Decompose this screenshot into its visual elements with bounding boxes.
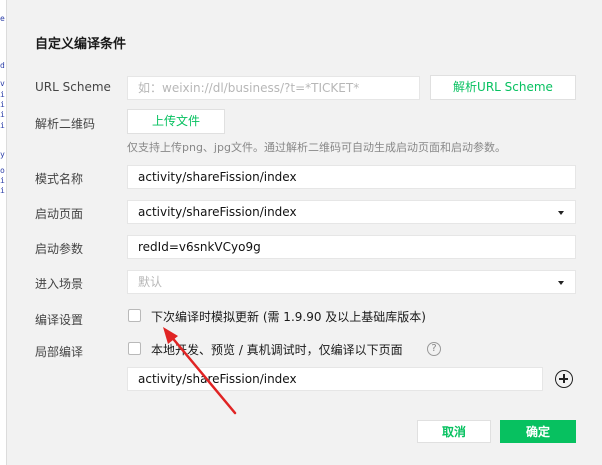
strip-char: o: [0, 166, 5, 175]
partial-compile-checkbox-label: 本地开发、预览 / 真机调试时，仅编译以下页面: [151, 343, 403, 357]
help-icon[interactable]: ?: [427, 342, 441, 356]
strip-char: d: [0, 61, 5, 70]
scene-select[interactable]: 默认: [127, 270, 576, 294]
start-page-label: 启动页面: [35, 207, 84, 221]
mode-name-label: 模式名称: [35, 172, 84, 186]
custom-compile-dialog: 自定义编译条件 URL Scheme 如：weixin://dl/busines…: [12, 0, 602, 465]
confirm-button[interactable]: 确定: [500, 420, 576, 443]
strip-char: i: [0, 110, 5, 119]
parse-url-scheme-button[interactable]: 解析URL Scheme: [430, 75, 576, 100]
strip-char: y: [0, 150, 5, 159]
strip-char: v: [0, 79, 5, 88]
upload-file-button[interactable]: 上传文件: [127, 109, 225, 134]
start-params-label: 启动参数: [35, 242, 84, 256]
cancel-button[interactable]: 取消: [417, 420, 491, 443]
qr-label: 解析二维码: [35, 117, 96, 131]
simulate-update-label: 下次编译时模拟更新 (需 1.9.90 及以上基础库版本): [151, 310, 426, 324]
dialog-title: 自定义编译条件: [35, 37, 127, 52]
simulate-update-checkbox[interactable]: [128, 309, 141, 322]
start-page-select[interactable]: activity/shareFission/index: [127, 200, 576, 224]
mode-name-input[interactable]: activity/shareFission/index: [127, 165, 576, 189]
scene-label: 进入场景: [35, 277, 84, 291]
strip-char: i: [0, 186, 5, 195]
url-scheme-input[interactable]: 如：weixin://dl/business/?t=*TICKET*: [127, 76, 420, 100]
strip-char: i: [0, 121, 5, 130]
strip-char: i: [0, 176, 5, 185]
background-editor-strip: e d v i i i i y o i i: [0, 0, 7, 465]
partial-compile-checkbox[interactable]: [128, 342, 141, 355]
add-page-icon[interactable]: [555, 370, 573, 388]
start-params-input[interactable]: redId=v6snkVCyo9g: [127, 235, 576, 259]
url-scheme-label: URL Scheme: [35, 80, 111, 94]
partial-compile-page-input[interactable]: activity/shareFission/index: [127, 367, 543, 391]
strip-char: e: [0, 14, 5, 23]
strip-char: i: [0, 90, 5, 99]
qr-hint: 仅支持上传png、jpg文件。通过解析二维码可自动生成启动页面和启动参数。: [127, 141, 506, 154]
strip-char: i: [0, 100, 5, 109]
partial-compile-label: 局部编译: [35, 345, 84, 359]
compile-settings-label: 编译设置: [35, 313, 84, 327]
